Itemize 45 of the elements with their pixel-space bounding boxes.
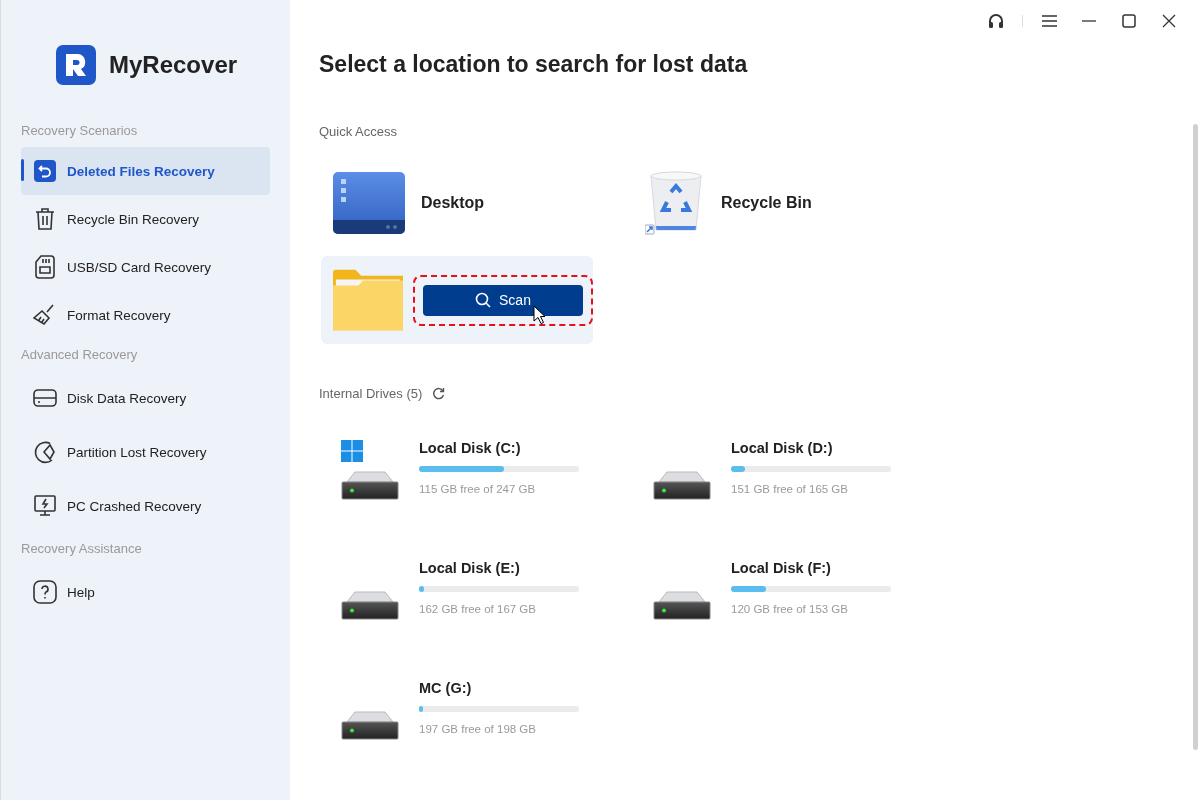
section-heading: Advanced Recovery [21,346,139,364]
broom-icon [33,303,57,327]
sidebar-item[interactable]: Disk Data Recovery [21,371,270,425]
app-name: MyRecover [109,51,238,79]
trash-icon [35,207,55,231]
sidebar-item[interactable]: Format Recovery [21,291,270,339]
recycle-bin-icon [645,170,705,236]
location-name[interactable]: Recycle Bin [721,194,812,212]
sidebar-item[interactable]: Recycle Bin Recovery [21,195,270,243]
sidebar-item[interactable]: Deleted Files Recovery [21,147,270,195]
sidebar-item[interactable]: PC Crashed Recovery [21,479,270,533]
monitor-icon [33,494,57,518]
drive-name[interactable]: Local Disk (C:) [419,440,579,456]
hard-drive-icon [341,470,399,500]
scrollbar[interactable] [1193,124,1198,750]
section-heading: Quick Access [319,124,399,139]
drive-capacity: 197 GB free of 198 GB [419,723,537,735]
page-title: Select a location to search for lost data [319,51,749,79]
cursor-icon [533,304,546,325]
undo-icon [34,160,56,182]
section-heading: Recovery Scenarios [21,122,139,140]
location-name[interactable]: Desktop [421,194,485,212]
sidebar-item[interactable]: Help [21,565,270,619]
logo-icon [56,45,96,85]
drive-capacity: 115 GB free of 247 GB [419,483,537,495]
sd-card-icon [35,255,55,279]
help-icon [33,580,57,604]
refresh-icon[interactable] [432,387,446,400]
search-icon [475,292,492,308]
drive-name[interactable]: Local Disk (D:) [731,440,891,456]
drive-capacity: 120 GB free of 153 GB [731,603,849,615]
section-heading: Internal Drives (5) [319,386,423,401]
drive-capacity: 151 GB free of 165 GB [731,483,849,495]
drive-capacity: 162 GB free of 167 GB [419,603,537,615]
desktop-icon [333,172,405,234]
sidebar-item[interactable]: Partition Lost Recovery [21,425,270,479]
section-heading: Recovery Assistance [21,540,143,558]
drive-name[interactable]: Local Disk (E:) [419,560,579,576]
pie-icon [33,440,57,464]
drive-name[interactable]: Local Disk (F:) [731,560,891,576]
folder-card[interactable]: Scan [321,256,593,344]
scan-button[interactable]: Scan [423,284,583,316]
drive-name[interactable]: MC (G:) [419,680,579,696]
sidebar-item[interactable]: USB/SD Card Recovery [21,243,270,291]
folder-icon [333,269,403,331]
